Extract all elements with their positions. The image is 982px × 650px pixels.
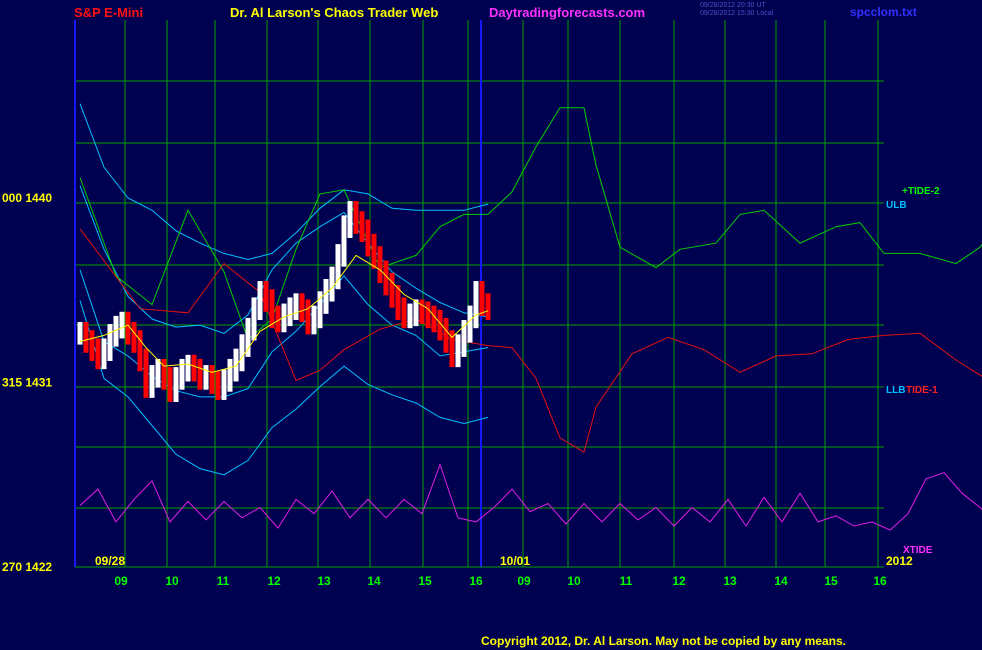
price-bar (107, 324, 113, 361)
hour-tick-label: 11 (620, 574, 633, 588)
price-bar (221, 369, 227, 400)
price-bar (287, 297, 293, 327)
price-bar (239, 334, 245, 372)
price-bar (323, 278, 329, 314)
price-bar (101, 338, 107, 370)
hour-tick-label: 11 (217, 574, 230, 588)
price-axis-label: 315 1431 (2, 376, 52, 390)
price-bar (359, 211, 365, 243)
hour-tick-label: 15 (824, 574, 838, 588)
price-bar (161, 358, 167, 390)
price-bar (407, 303, 413, 329)
price-bar (95, 338, 101, 370)
price-bar (365, 219, 371, 257)
price-bar (155, 358, 161, 388)
price-bar (167, 367, 173, 402)
hour-tick-label: 14 (774, 574, 788, 588)
price-bar (131, 322, 137, 353)
price-axis-label: 270 1422 (2, 560, 52, 574)
price-bar (191, 354, 197, 382)
hour-tick-label: 10 (567, 574, 581, 588)
price-bar (431, 305, 437, 333)
copyright-notice: Copyright 2012, Dr. Al Larson. May not b… (481, 634, 846, 648)
upper-band-line (79, 103, 489, 261)
date-label: 10/01 (500, 554, 530, 568)
price-bar (203, 365, 209, 390)
series-label-xtide: XTIDE (903, 545, 933, 556)
price-bar (257, 281, 263, 320)
price-bar (455, 334, 461, 368)
date-label: 09/28 (95, 554, 125, 568)
price-bar (197, 358, 203, 390)
chaos-tide-chart: 000 1440 315 1431 270 1422 09/28 10/01 09 10 11… (2, 20, 982, 588)
price-bar (263, 281, 269, 312)
series-label-tide-plus2: +TIDE-2 (902, 186, 940, 197)
series-label-ulb: ULB (886, 200, 907, 211)
price-bar (347, 201, 353, 238)
price-bar (401, 297, 407, 329)
price-bar (215, 371, 221, 400)
price-bar (485, 293, 491, 320)
price-bar (209, 365, 215, 394)
price-bar (269, 289, 275, 329)
hour-tick-label: 16 (873, 574, 887, 588)
price-bar (305, 299, 311, 335)
hour-tick-label: 13 (317, 574, 331, 588)
price-bar (185, 354, 191, 382)
year-label: 2012 (886, 554, 913, 568)
price-bar (443, 317, 449, 353)
price-bar (179, 358, 185, 390)
price-bar (125, 311, 131, 345)
price-bar (341, 215, 347, 267)
price-bar (173, 367, 179, 402)
price-bar (329, 266, 335, 302)
price-bar (377, 246, 383, 284)
price-axis-label: 000 1440 (2, 191, 52, 205)
price-bar (473, 281, 479, 329)
hour-tick-label: 12 (267, 574, 281, 588)
price-bar (311, 305, 317, 335)
hour-tick-label: 09 (517, 574, 531, 588)
price-bar (413, 299, 419, 327)
price-bar (293, 293, 299, 320)
price-bar (467, 305, 473, 343)
series-label-llb: LLB (886, 385, 905, 396)
price-bar (353, 201, 359, 234)
hour-tick-label: 12 (672, 574, 686, 588)
hour-tick-label: 16 (469, 574, 483, 588)
hour-tick-label: 09 (114, 574, 128, 588)
price-bar (419, 299, 425, 325)
price-bar (89, 330, 95, 361)
hour-tick-label: 15 (418, 574, 432, 588)
price-bar (119, 311, 125, 339)
price-bar (143, 348, 149, 398)
hour-tick-label: 10 (165, 574, 179, 588)
hour-tick-label: 14 (367, 574, 381, 588)
price-bar (425, 301, 431, 329)
price-bar (227, 358, 233, 392)
series-label-tide-minus1: TIDE-1 (906, 385, 938, 396)
price-bar (83, 322, 89, 353)
price-bar (233, 348, 239, 382)
price-bar (299, 293, 305, 323)
price-bar (251, 297, 257, 341)
hour-tick-label: 13 (723, 574, 737, 588)
price-bar (479, 281, 485, 316)
price-bar (389, 272, 395, 308)
price-bar (137, 330, 143, 372)
price-bar (371, 233, 377, 269)
price-bar (149, 365, 155, 398)
